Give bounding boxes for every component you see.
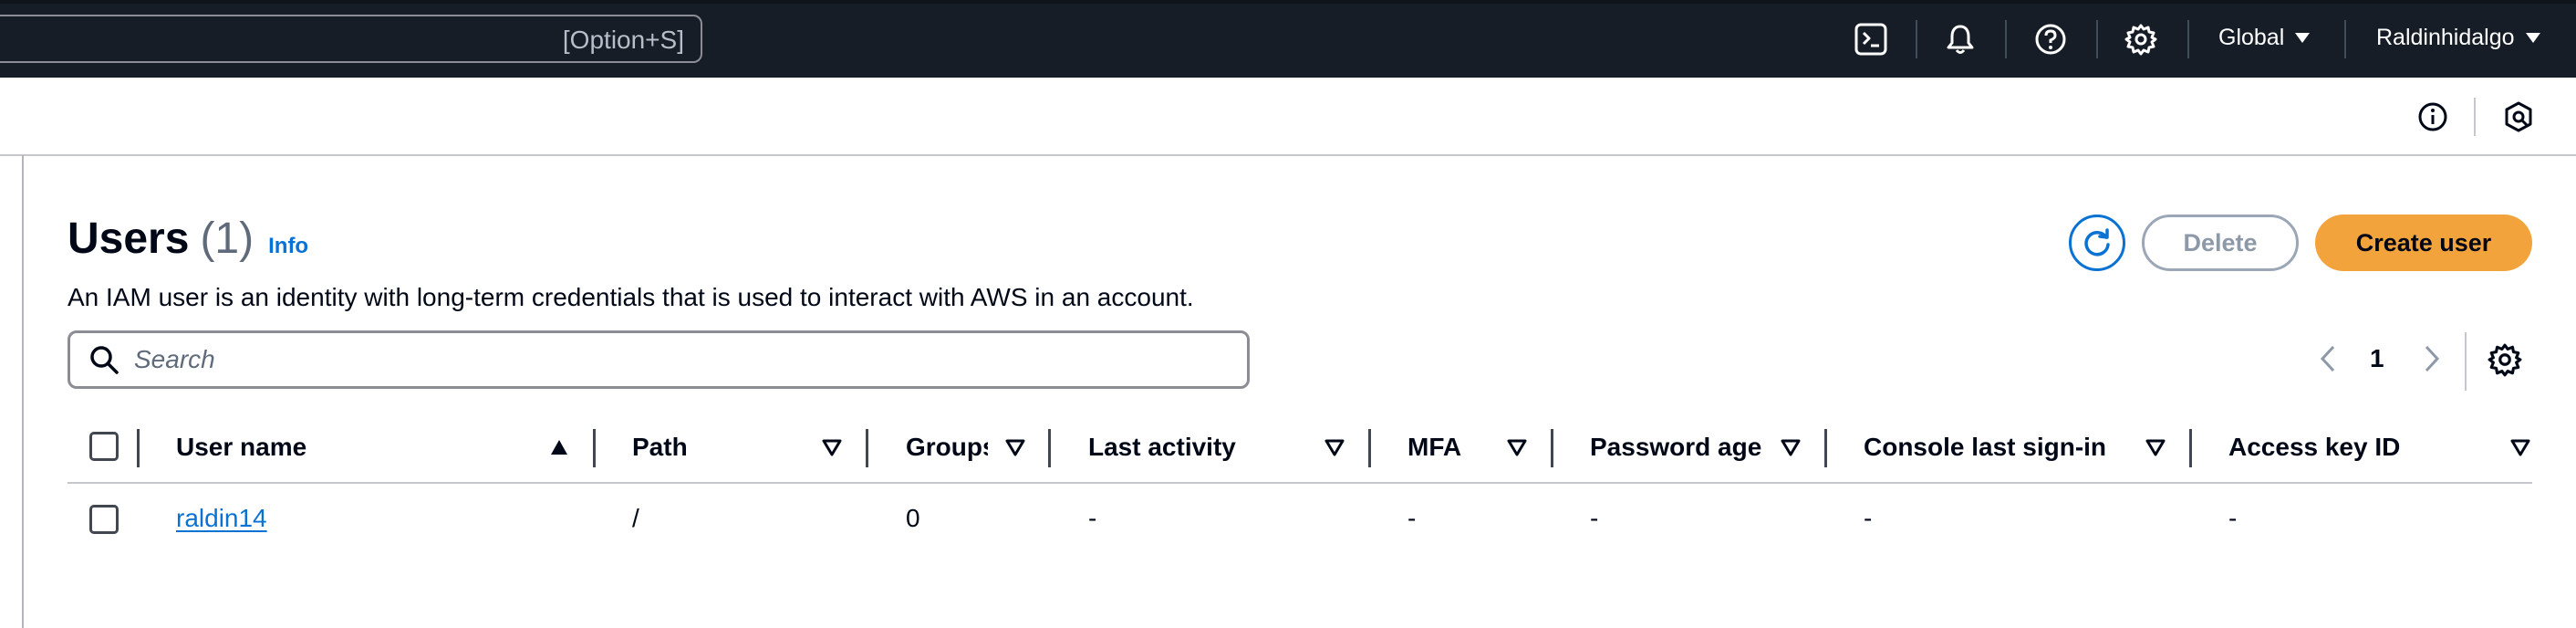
column-header-console-last-sign-in[interactable]: Console last sign-in [1864,433,2106,462]
user-count: (1) [200,215,254,263]
column-separator [1048,429,1051,467]
refresh-button[interactable] [2069,215,2125,271]
search-icon [88,344,119,375]
account-menu[interactable]: Raldinhidalgo [2376,25,2540,51]
select-all-checkbox[interactable] [89,432,119,461]
sort-icon[interactable] [821,436,843,458]
utility-bar [0,78,2576,156]
nav-top-edge [0,0,2576,4]
caret-down-icon [2295,33,2311,43]
page-description: An IAM user is an identity with long-ter… [68,283,1194,311]
cell-console-last-sign-in: - [1864,504,1873,532]
column-separator [1824,429,1827,467]
search-input[interactable] [132,344,1231,375]
sort-icon[interactable] [2145,436,2166,458]
users-search [68,330,1250,389]
cell-last-activity: - [1088,504,1097,532]
gear-icon[interactable] [2124,22,2158,57]
cloudshell-icon[interactable] [1854,22,1888,57]
column-separator [1368,429,1371,467]
previous-page-icon[interactable] [2315,343,2342,374]
column-header-user-name[interactable]: User name [176,433,306,462]
user-name-link[interactable]: raldin14 [176,504,267,533]
bell-icon[interactable] [1943,22,1978,57]
global-search-field[interactable]: [Option+S] [0,15,702,63]
column-header-mfa[interactable]: MFA [1407,433,1461,462]
cell-path: / [632,504,639,532]
panel-icon[interactable] [2501,99,2536,134]
search-shortcut-hint: [Option+S] [562,26,684,54]
caret-down-icon [2525,33,2540,43]
utility-separator [2474,98,2476,136]
nav-separator [2187,20,2189,58]
region-label: Global [2218,25,2285,50]
sort-icon[interactable] [2509,436,2531,458]
column-header-last-activity[interactable]: Last activity [1088,433,1236,462]
column-separator [2189,429,2192,467]
nav-separator [1916,20,1917,58]
sort-icon[interactable] [1506,436,1528,458]
nav-separator [2005,20,2007,58]
column-header-groups[interactable]: Groups [906,433,988,462]
column-separator [593,429,596,467]
column-separator [866,429,868,467]
delete-button[interactable]: Delete [2142,215,2299,271]
pagination-separator [2465,332,2467,391]
cell-password-age: - [1590,504,1599,532]
side-panel-edge [22,155,24,628]
sort-icon[interactable] [1324,436,1345,458]
current-page[interactable]: 1 [2370,344,2384,373]
help-icon[interactable] [2033,22,2068,57]
region-selector[interactable]: Global [2218,25,2311,51]
account-name: Raldinhidalgo [2376,25,2515,50]
nav-separator [2096,20,2098,58]
info-link[interactable]: Info [268,234,308,259]
cell-groups: 0 [906,504,920,532]
cell-access-key-id: - [2228,504,2238,532]
sort-ascending-icon[interactable] [548,436,570,458]
next-page-icon[interactable] [2417,343,2445,374]
column-header-path[interactable]: Path [632,433,688,462]
cell-mfa: - [1407,504,1417,532]
sort-icon[interactable] [1004,436,1026,458]
header-divider [68,482,2532,484]
page-title: Users (1) Info [68,214,308,264]
row-checkbox[interactable] [89,505,119,534]
title-text: Users [68,215,190,263]
column-header-access-key-id[interactable]: Access key ID [2228,433,2400,462]
column-header-password-age[interactable]: Password age [1590,433,1761,462]
column-separator [1551,429,1553,467]
sort-icon[interactable] [1780,436,1802,458]
table-preferences-icon[interactable] [2487,341,2523,378]
nav-separator [2344,20,2346,58]
top-navigation: [Option+S] Global Raldinhidalgo [0,0,2576,78]
info-icon[interactable] [2415,99,2450,134]
column-separator [137,429,140,467]
create-user-button[interactable]: Create user [2315,215,2532,271]
refresh-icon [2081,226,2114,259]
